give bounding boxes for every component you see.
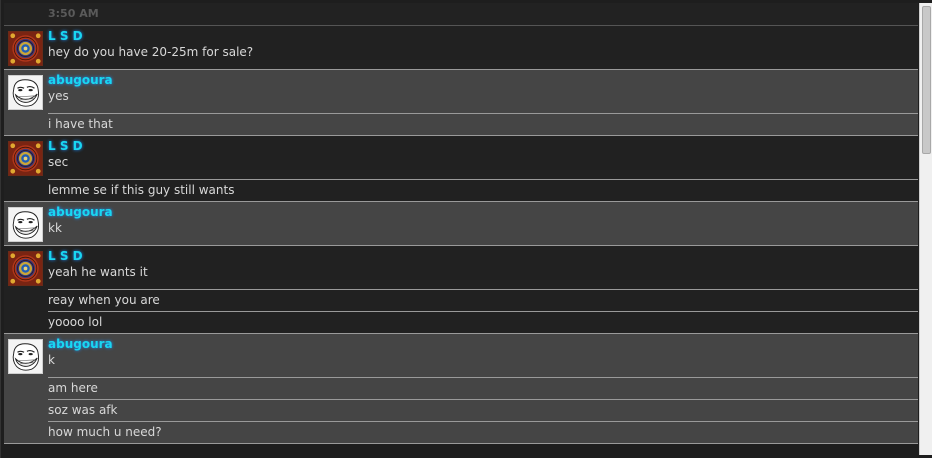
mandala-avatar-icon[interactable] — [8, 251, 43, 286]
message-line: i have that — [48, 113, 918, 135]
message-line: sec — [48, 155, 69, 169]
username[interactable]: abugoura — [48, 334, 918, 351]
message-line: soz was afk — [48, 399, 918, 421]
username[interactable]: L S D — [48, 246, 918, 263]
message-line: yeah he wants it — [48, 265, 148, 279]
message-group: L S D sec lemme se if this guy still wan… — [4, 136, 918, 202]
chat-window: 3:50 AM L S D hey do you have 20-25m for… — [0, 0, 932, 458]
username[interactable]: L S D — [48, 26, 918, 43]
message-line: hey do you have 20-25m for sale? — [48, 45, 254, 59]
scrollbar-thumb[interactable] — [922, 6, 931, 154]
message-line: yes — [48, 89, 69, 103]
mandala-avatar-icon[interactable] — [8, 31, 43, 66]
message-line: k — [48, 353, 55, 367]
message-line: how much u need? — [48, 421, 918, 443]
message-line: reay when you are — [48, 289, 918, 311]
mandala-avatar-icon[interactable] — [8, 141, 43, 176]
message-line: yoooo lol — [48, 311, 918, 333]
trollface-avatar-icon[interactable] — [8, 339, 43, 374]
message-line: lemme se if this guy still wants — [48, 179, 918, 201]
message-group: abugoura kk — [4, 202, 918, 246]
username[interactable]: abugoura — [48, 70, 918, 87]
timestamp: 3:50 AM — [4, 3, 918, 26]
trollface-avatar-icon[interactable] — [8, 207, 43, 242]
chat-log: 3:50 AM L S D hey do you have 20-25m for… — [4, 3, 918, 455]
message-group: L S D yeah he wants it reay when you are… — [4, 246, 918, 334]
message-group: L S D hey do you have 20-25m for sale? — [4, 26, 918, 70]
username[interactable]: L S D — [48, 136, 918, 153]
message-line: am here — [48, 377, 918, 399]
vertical-scrollbar[interactable] — [919, 3, 932, 455]
message-line: kk — [48, 221, 62, 235]
username[interactable]: abugoura — [48, 202, 918, 219]
message-group: abugoura k am here soz was afk how much … — [4, 334, 918, 444]
message-group: abugoura yes i have that — [4, 70, 918, 136]
trollface-avatar-icon[interactable] — [8, 75, 43, 110]
